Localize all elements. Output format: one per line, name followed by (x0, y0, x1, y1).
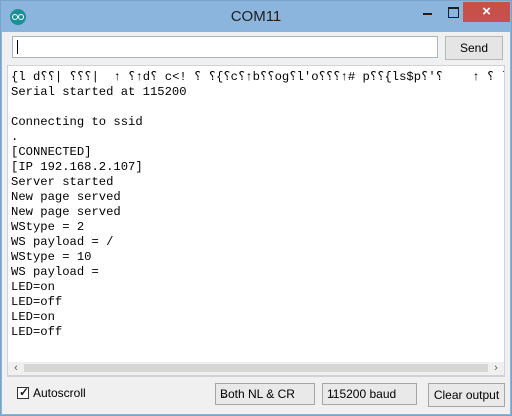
output-line: New page served (11, 190, 121, 204)
serial-monitor-window: COM11 × Send {l d⸮⸮| ⸮⸮⸮| ↑ ⸮↑d⸮ c<! ⸮ ⸮… (0, 0, 512, 416)
output-line: Connecting to ssid (11, 115, 143, 129)
output-line: WS payload = / (11, 235, 114, 249)
baud-rate-select[interactable]: 115200 baud ⌄ (322, 383, 417, 405)
title-bar: COM11 × (1, 1, 511, 32)
scroll-right-icon[interactable]: › (491, 363, 501, 374)
output-lines: {l d⸮⸮| ⸮⸮⸮| ↑ ⸮↑d⸮ c<! ⸮ ⸮{⸮c⸮↑b⸮⸮og⸮l'… (11, 70, 504, 340)
output-line: New page served (11, 205, 121, 219)
serial-input[interactable] (12, 36, 438, 58)
status-toolbar: Autoscroll Both NL & CR ⌄ 115200 baud ⌄ … (2, 379, 510, 413)
output-line: WStype = 2 (11, 220, 85, 234)
horizontal-scrollbar[interactable]: ‹ › (7, 362, 505, 376)
scroll-left-icon[interactable]: ‹ (11, 363, 21, 374)
output-line: [CONNECTED] (11, 145, 92, 159)
text-cursor (17, 40, 18, 54)
autoscroll-label: Autoscroll (33, 386, 86, 400)
minimize-button[interactable] (414, 2, 440, 22)
scrollbar-track[interactable] (24, 364, 488, 372)
output-line: WStype = 10 (11, 250, 92, 264)
output-line: Serial started at 115200 (11, 85, 187, 99)
output-line: . (11, 130, 19, 144)
output-line: LED=off (11, 325, 63, 339)
close-icon: × (482, 3, 491, 20)
chevron-down-icon: ⌄ (220, 389, 230, 401)
close-button[interactable]: × (463, 2, 510, 22)
output-line: {l d⸮⸮| ⸮⸮⸮| ↑ ⸮↑d⸮ c<! ⸮ ⸮{⸮c⸮↑b⸮⸮og⸮l'… (11, 70, 504, 84)
autoscroll-checkbox[interactable] (17, 385, 29, 399)
serial-output[interactable]: {l d⸮⸮| ⸮⸮⸮| ↑ ⸮↑d⸮ c<! ⸮ ⸮{⸮c⸮↑b⸮⸮og⸮l'… (7, 65, 505, 377)
output-line: Server started (11, 175, 114, 189)
line-ending-select[interactable]: Both NL & CR ⌄ (215, 383, 315, 405)
output-line: [IP 192.168.2.107] (11, 160, 143, 174)
clear-output-button[interactable]: Clear output (428, 383, 505, 407)
serial-monitor-content: Send {l d⸮⸮| ⸮⸮⸮| ↑ ⸮↑d⸮ c<! ⸮ ⸮{⸮c⸮↑b⸮⸮… (2, 32, 510, 414)
chevron-down-icon: ⌄ (327, 389, 337, 401)
output-line: LED=on (11, 310, 55, 324)
output-line: WS payload = (11, 265, 99, 279)
send-button[interactable]: Send (445, 36, 503, 60)
output-line: LED=on (11, 280, 55, 294)
output-line: LED=off (11, 295, 63, 309)
